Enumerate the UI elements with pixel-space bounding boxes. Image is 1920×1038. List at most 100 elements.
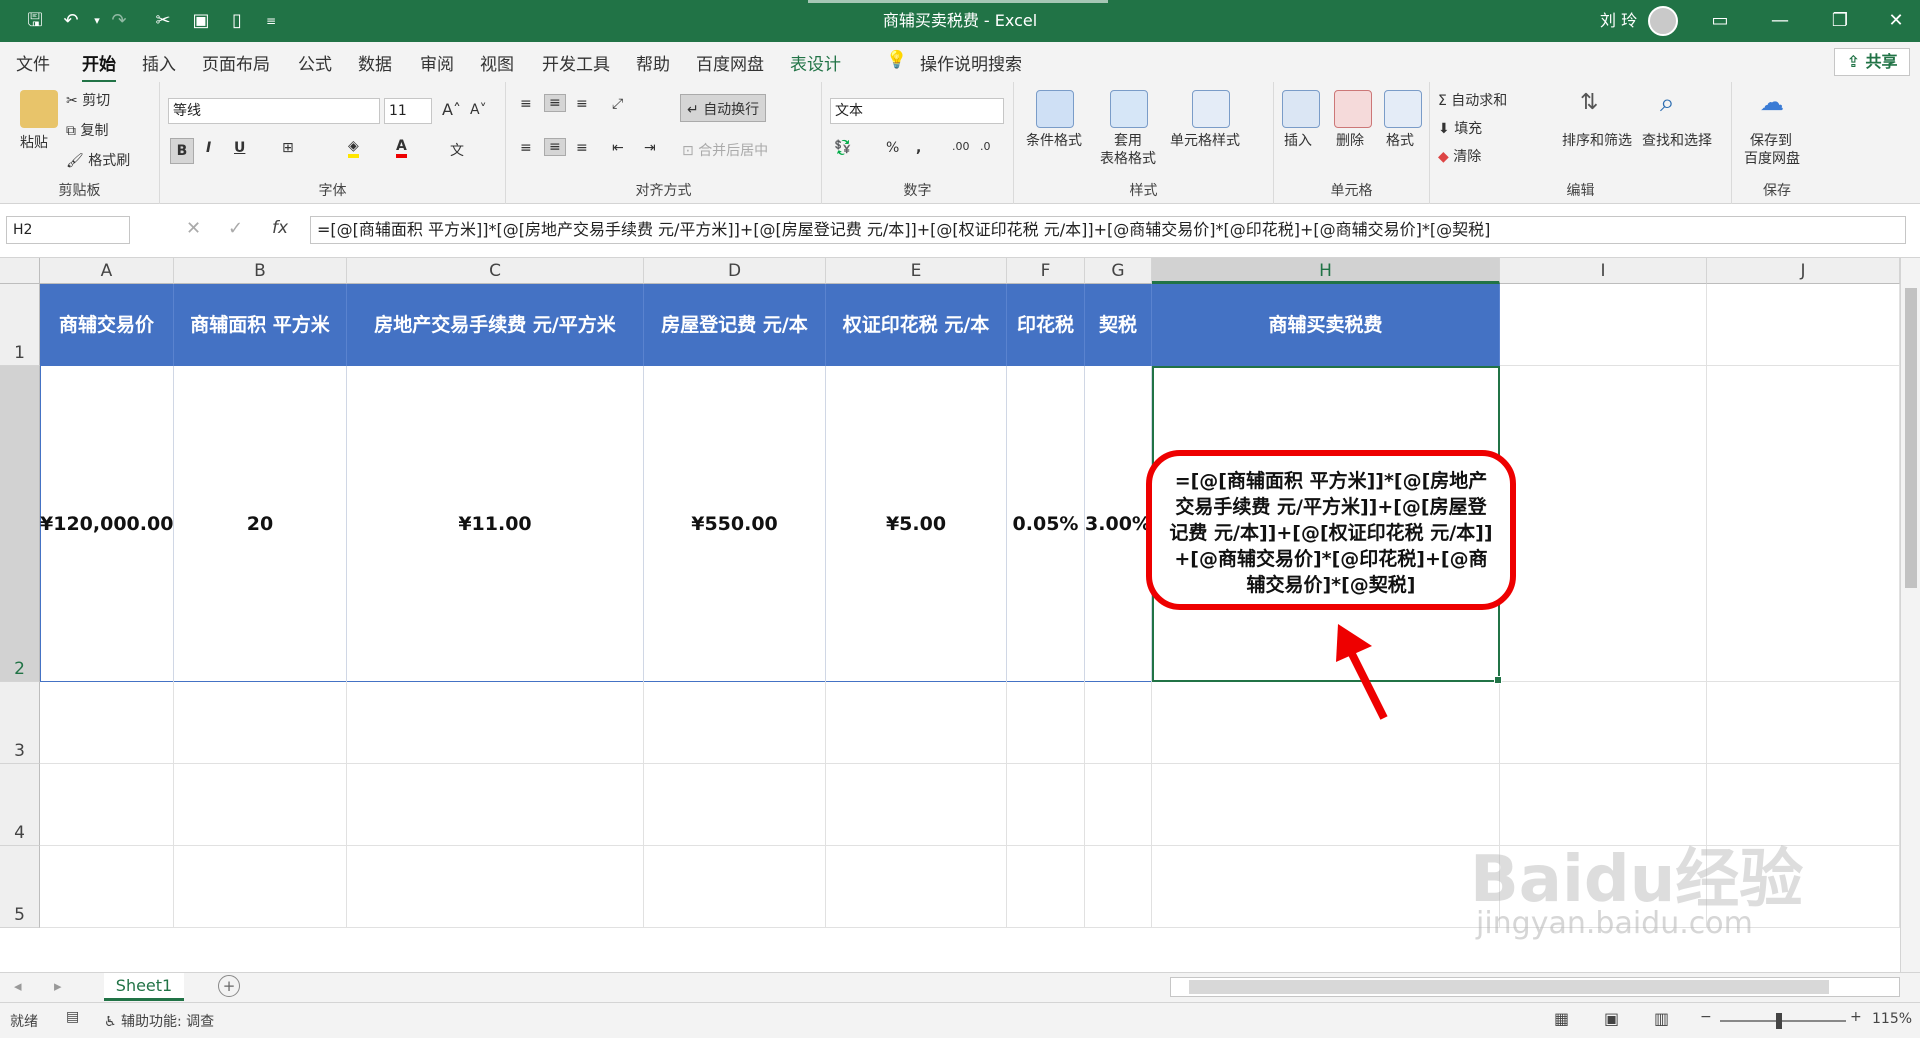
delete-cells-icon[interactable] [1334, 90, 1372, 128]
number-format-select[interactable]: 文本 [830, 98, 1004, 124]
cell-a5[interactable] [40, 846, 174, 928]
cell-c4[interactable] [347, 764, 644, 846]
cell-styles-button[interactable]: 单元格样式 [1170, 130, 1240, 150]
table-header-cell[interactable]: 权证印花税 元/本 [826, 284, 1007, 366]
print-preview-icon[interactable]: ▣ [190, 10, 212, 32]
cell-f5[interactable] [1007, 846, 1085, 928]
table-data-cell[interactable]: 0.05% [1007, 366, 1085, 682]
horizontal-scroll-thumb[interactable] [1189, 980, 1829, 994]
format-cells-button[interactable]: 格式 [1386, 130, 1414, 150]
currency-icon[interactable]: 💱 [834, 140, 851, 156]
cell-styles-icon[interactable] [1192, 90, 1230, 128]
page-break-view-icon[interactable]: ▥ [1654, 1009, 1669, 1028]
column-header-c[interactable]: C [347, 258, 644, 284]
table-header-cell[interactable]: 房屋登记费 元/本 [644, 284, 826, 366]
align-middle-icon[interactable]: ≡ [544, 94, 566, 112]
insert-cells-button[interactable]: 插入 [1284, 130, 1312, 150]
horizontal-scrollbar[interactable] [1170, 977, 1900, 997]
zoom-slider[interactable] [1720, 1020, 1846, 1022]
orientation-icon[interactable]: ⤢ [612, 96, 623, 112]
underline-icon[interactable]: U [234, 140, 245, 156]
tell-me-search[interactable]: 操作说明搜索 [920, 50, 1022, 75]
format-painter-button[interactable]: 🖌 格式刷 [66, 150, 130, 170]
decrease-decimal-icon[interactable]: .0 [980, 140, 991, 153]
vertical-scrollbar[interactable] [1900, 258, 1920, 972]
table-header-cell[interactable]: 商辅买卖税费 [1152, 284, 1500, 366]
cell-f4[interactable] [1007, 764, 1085, 846]
undo-dropdown-icon[interactable]: ▾ [86, 10, 108, 32]
customize-qat-icon[interactable]: ≡ [260, 10, 282, 32]
decrease-indent-icon[interactable]: ⇤ [612, 140, 624, 156]
column-header-i[interactable]: I [1500, 258, 1707, 284]
add-sheet-icon[interactable]: + [218, 975, 240, 997]
autosum-button[interactable]: Σ 自动求和 [1438, 90, 1507, 110]
font-name-select[interactable]: 等线 [168, 98, 380, 124]
normal-view-icon[interactable]: ▦ [1554, 1009, 1569, 1028]
cell-i1[interactable] [1500, 284, 1707, 366]
cell-c3[interactable] [347, 682, 644, 764]
page-layout-view-icon[interactable]: ▣ [1604, 1009, 1619, 1028]
row-header-3[interactable]: 3 [0, 682, 40, 764]
column-header-e[interactable]: E [826, 258, 1007, 284]
undo-icon[interactable]: ↶ [60, 10, 82, 32]
cell-b5[interactable] [174, 846, 347, 928]
shrink-font-icon[interactable]: A˅ [470, 102, 487, 118]
fill-handle[interactable] [1494, 676, 1502, 684]
tab-file[interactable]: 文件 [16, 50, 50, 75]
row-header-4[interactable]: 4 [0, 764, 40, 846]
zoom-in-icon[interactable]: + [1850, 1009, 1862, 1025]
table-data-cell[interactable]: ¥550.00 [644, 366, 826, 682]
find-select-button[interactable]: 查找和选择 [1642, 130, 1712, 150]
table-data-cell[interactable]: ¥120,000.00 [40, 366, 174, 682]
copy-button[interactable]: ⧉ 复制 [66, 120, 108, 140]
tab-developer[interactable]: 开发工具 [542, 50, 610, 75]
formula-input[interactable]: =[@[商辅面积 平方米]]*[@[房地产交易手续费 元/平方米]]+[@[房屋… [310, 216, 1906, 244]
redo-icon[interactable]: ↷ [108, 10, 130, 32]
cell-e4[interactable] [826, 764, 1007, 846]
align-right-icon[interactable]: ≡ [576, 140, 588, 156]
cell-g5[interactable] [1085, 846, 1152, 928]
save-to-line1[interactable]: 保存到 [1750, 130, 1792, 150]
cell-d5[interactable] [644, 846, 826, 928]
tab-help[interactable]: 帮助 [636, 50, 670, 75]
cell-i3[interactable] [1500, 682, 1707, 764]
column-header-j[interactable]: J [1707, 258, 1900, 284]
cell-f3[interactable] [1007, 682, 1085, 764]
fill-button[interactable]: ⬇ 填充 [1438, 118, 1482, 138]
increase-decimal-icon[interactable]: .00 [952, 140, 970, 153]
fill-color-icon[interactable]: ◈ [348, 138, 359, 158]
cell-j2[interactable] [1707, 366, 1900, 682]
table-header-cell[interactable]: 契税 [1085, 284, 1152, 366]
tab-home[interactable]: 开始 [82, 50, 116, 83]
sheet-tab-sheet1[interactable]: Sheet1 [104, 973, 184, 1001]
avatar[interactable] [1648, 6, 1678, 36]
table-data-cell[interactable]: ¥5.00 [826, 366, 1007, 682]
cell-a4[interactable] [40, 764, 174, 846]
cell-d3[interactable] [644, 682, 826, 764]
tab-table-design[interactable]: 表设计 [790, 50, 841, 75]
tab-data[interactable]: 数据 [358, 50, 392, 75]
find-icon[interactable]: ⌕ [1660, 88, 1675, 119]
prev-sheet-icon[interactable]: ◂ [14, 977, 22, 995]
row-header-5[interactable]: 5 [0, 846, 40, 928]
conditional-format-button[interactable]: 条件格式 [1026, 130, 1082, 150]
table-header-cell[interactable]: 房地产交易手续费 元/平方米 [347, 284, 644, 366]
name-box[interactable]: H2 [6, 216, 130, 244]
cell-b4[interactable] [174, 764, 347, 846]
table-data-cell[interactable]: 3.00% [1085, 366, 1152, 682]
percent-icon[interactable]: % [886, 140, 899, 156]
column-header-b[interactable]: B [174, 258, 347, 284]
format-as-table-icon[interactable] [1110, 90, 1148, 128]
column-header-a[interactable]: A [40, 258, 174, 284]
tab-formulas[interactable]: 公式 [298, 50, 332, 75]
share-button[interactable]: ⇪ 共享 [1834, 48, 1910, 76]
tab-insert[interactable]: 插入 [142, 50, 176, 75]
close-icon[interactable]: ✕ [1866, 0, 1920, 42]
cell-c5[interactable] [347, 846, 644, 928]
paste-icon[interactable] [20, 90, 58, 128]
align-bottom-icon[interactable]: ≡ [576, 96, 588, 112]
minimize-icon[interactable]: — [1750, 0, 1810, 42]
increase-indent-icon[interactable]: ⇥ [644, 140, 656, 156]
cell-j1[interactable] [1707, 284, 1900, 366]
save-icon[interactable]: 🖫 [24, 10, 46, 32]
